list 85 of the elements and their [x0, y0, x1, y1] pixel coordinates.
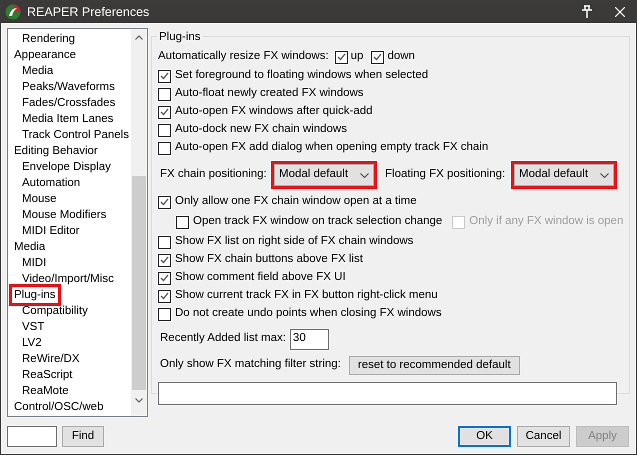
checkbox-label: Auto-open FX windows after quick-add: [175, 104, 373, 120]
option-label: Floating FX positioning:: [384, 167, 506, 182]
checkbox[interactable]: [158, 272, 171, 284]
tree-item[interactable]: Track Control Panels: [20, 127, 131, 143]
tree-item[interactable]: MIDI Editor: [20, 223, 82, 239]
number-field[interactable]: 30: [290, 328, 329, 350]
app-logo-icon: [5, 4, 21, 20]
tree-item[interactable]: LV2: [20, 335, 44, 351]
checkbox[interactable]: [158, 290, 171, 302]
tree-item[interactable]: Rendering: [20, 31, 78, 47]
checkbox-label: Set foreground to floating windows when selected: [175, 68, 428, 84]
check-icon: [160, 292, 169, 300]
checkbox-label: Show FX list on right side of FX chain windows: [175, 234, 414, 250]
tree-item[interactable]: Automation: [20, 175, 82, 191]
pin-icon[interactable]: [581, 5, 593, 19]
checkbox-label: Show FX chain buttons above FX list: [175, 252, 363, 268]
tree-item[interactable]: Peaks/Waveforms: [20, 79, 117, 95]
checkbox-label: Only allow one FX chain window open at a time: [175, 194, 417, 210]
checkbox[interactable]: [158, 124, 171, 136]
scroll-down-icon[interactable]: [135, 398, 143, 403]
dropdown[interactable]: Modal default: [511, 161, 617, 189]
option-label: Recently Added list max:: [160, 331, 286, 346]
tree-item[interactable]: ReWire/DX: [20, 351, 82, 367]
check-icon: [336, 53, 346, 61]
checkbox[interactable]: [334, 50, 348, 64]
dialog-button[interactable]: Cancel: [517, 426, 570, 447]
dropdown[interactable]: Modal default: [271, 161, 377, 189]
scroll-thumb[interactable]: [132, 176, 146, 390]
checkbox[interactable]: [158, 308, 171, 320]
scroll-up-icon[interactable]: [135, 35, 143, 40]
find-field[interactable]: [7, 426, 57, 447]
tree-item[interactable]: VST: [20, 319, 46, 335]
close-icon[interactable]: [615, 7, 625, 17]
tree-item[interactable]: Mouse Modifiers: [20, 207, 108, 223]
check-icon: [160, 274, 169, 282]
checkbox-label: Open track FX window on track selection change: [193, 214, 442, 230]
tree-item[interactable]: Media: [12, 239, 48, 255]
chevron-down-icon: [600, 172, 609, 178]
filter-field[interactable]: [158, 382, 617, 405]
checkbox-label: Auto-dock new FX chain windows: [175, 122, 347, 138]
checkbox[interactable]: [158, 88, 171, 100]
window-title: REAPER Preferences: [27, 4, 150, 21]
scrollbar[interactable]: [131, 29, 147, 416]
checkbox[interactable]: [158, 254, 171, 266]
option-label: Automatically resize FX windows:: [158, 49, 329, 64]
tree-item[interactable]: Media Item Lanes: [20, 111, 116, 127]
checkbox[interactable]: [158, 196, 171, 208]
tree-item[interactable]: Compatibility: [20, 303, 90, 319]
checkbox-label: Only if any FX window is open: [469, 214, 624, 230]
checkbox-label: up: [350, 49, 364, 64]
tree-item[interactable]: Media: [20, 63, 56, 79]
tree-item[interactable]: Video/Import/Misc: [20, 271, 116, 287]
chevron-down-icon: [360, 172, 369, 178]
tree-item[interactable]: ReaMote: [20, 383, 71, 399]
reset-button[interactable]: reset to recommended default: [348, 356, 520, 374]
tree-item[interactable]: Control/OSC/web: [12, 399, 106, 415]
check-icon: [373, 53, 382, 61]
checkbox[interactable]: [176, 216, 189, 228]
tree-item[interactable]: MIDI: [20, 255, 48, 271]
tree-item[interactable]: Envelope Display: [20, 159, 113, 175]
check-icon: [160, 108, 169, 116]
checkbox-label: Do not create undo points when closing FX windows: [175, 306, 442, 322]
checkbox[interactable]: [158, 236, 171, 248]
checkbox[interactable]: [158, 70, 171, 82]
check-icon: [160, 256, 169, 264]
checkbox-label: Show comment field above FX UI: [175, 270, 346, 286]
checkbox-label: Auto-float newly created FX windows: [175, 86, 364, 102]
find-button[interactable]: Find: [62, 426, 104, 447]
tree-item[interactable]: Appearance: [12, 47, 78, 63]
checkbox-label: Show current track FX in FX button right-click menu: [175, 288, 438, 304]
option-label: Only show FX matching filter string:: [160, 357, 341, 372]
tree-item[interactable]: Mouse: [20, 191, 59, 207]
tree-item[interactable]: Plug-ins: [12, 287, 58, 303]
checkbox[interactable]: [158, 142, 171, 154]
checkbox-label: down: [387, 49, 415, 64]
tree-item[interactable]: ReaScript: [20, 367, 74, 383]
checkbox-label: Auto-open FX add dialog when opening empty track FX chain: [175, 140, 488, 156]
checkbox[interactable]: [158, 106, 171, 118]
checkbox[interactable]: [371, 50, 384, 64]
tree-item[interactable]: Fades/Crossfades: [20, 95, 118, 111]
option-label: FX chain positioning:: [159, 167, 268, 182]
check-icon: [160, 72, 169, 80]
check-icon: [160, 198, 169, 206]
tree-item[interactable]: Editing Behavior: [12, 143, 100, 159]
dialog-button[interactable]: OK: [458, 426, 511, 447]
